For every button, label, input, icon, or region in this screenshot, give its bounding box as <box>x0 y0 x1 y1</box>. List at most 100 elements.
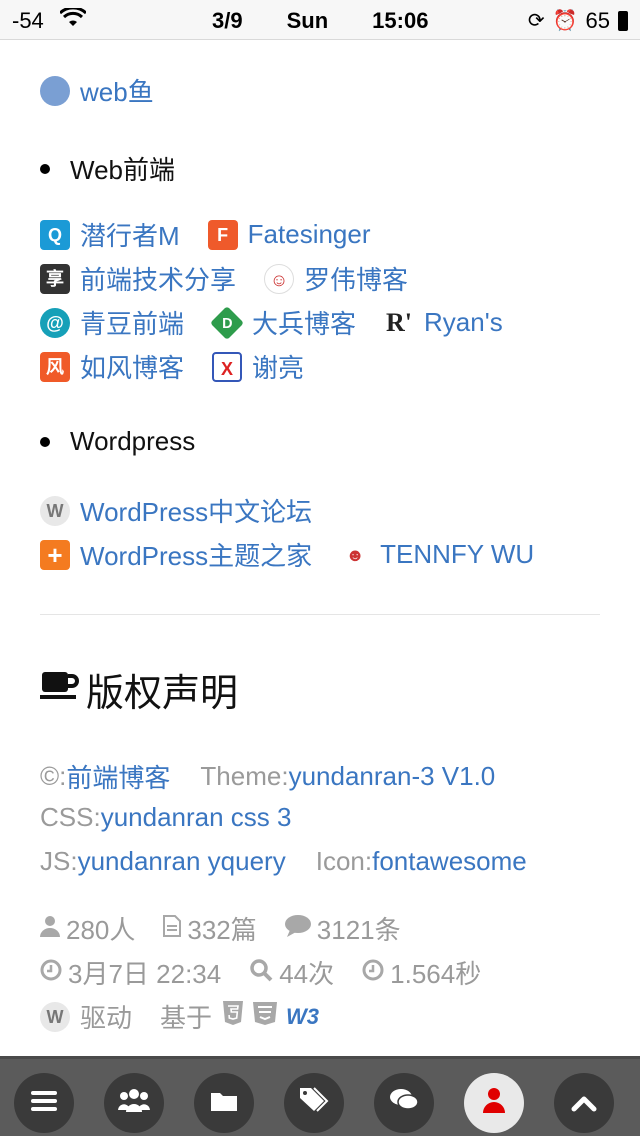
link-label: 谢亮 <box>252 353 305 383</box>
link-fatesinger[interactable]: F Fatesinger <box>207 219 371 250</box>
link-row-webyu: web鱼 <box>40 72 182 109</box>
stat-queries: 44次 <box>249 954 334 991</box>
signal-strength: -54 <box>12 8 44 33</box>
link-label: 青豆前端 <box>80 309 185 339</box>
status-bar: -54 3/9 Sun 15:06 ⟳ ⏰ 65 <box>0 0 640 40</box>
copyright-heading: 版权声明 <box>40 662 238 717</box>
status-weekday: Sun <box>286 8 329 33</box>
html5-icon <box>222 1000 244 1033</box>
battery-icon <box>618 11 628 31</box>
comments-button[interactable] <box>374 1073 434 1133</box>
fatesinger-favicon: F <box>207 219 238 250</box>
link-label: TENNFY WU <box>380 539 535 569</box>
copyright-label: ©: <box>40 761 67 791</box>
link-label: web鱼 <box>80 77 154 107</box>
dabing-favicon-letter: D <box>221 314 233 331</box>
section-title-text: Wordpress <box>70 426 196 456</box>
folder-icon <box>210 1088 238 1119</box>
w3c-logo: W3 <box>286 1003 320 1029</box>
css3-icon <box>252 1000 278 1033</box>
link-tennfy[interactable]: ☻ TENNFY WU <box>340 539 534 570</box>
wifi-icon <box>58 6 87 34</box>
link-luowei[interactable]: ☺ 罗伟博客 <box>264 260 408 297</box>
link-rufeng[interactable]: 风 如风博客 <box>40 348 184 385</box>
section-title-web: Web前端 <box>40 150 175 187</box>
copyright-line: CSS: yundanran css 3 <box>40 802 291 833</box>
stat-comments-value: 3121条 <box>316 915 401 945</box>
stat-users-value: 280人 <box>66 915 136 945</box>
user-icon <box>483 1087 505 1120</box>
link-qianxingzhe[interactable]: Q 潜行者M <box>40 216 180 253</box>
link-label: 潜行者M <box>80 221 180 251</box>
ryans-favicon: R' <box>386 307 413 337</box>
stat-update-value: 3月7日 22:34 <box>68 959 222 989</box>
stat-update-time: 3月7日 22:34 <box>40 954 221 991</box>
theme-label: Theme: <box>200 761 289 791</box>
chevron-up-icon <box>571 1088 597 1119</box>
section-title-wordpress: Wordpress <box>40 426 195 457</box>
stats-row: 3月7日 22:34 44次 1.564秒 <box>40 954 509 991</box>
link-wp-themes[interactable]: + WordPress主题之家 <box>40 536 312 573</box>
stat-queries-value: 44次 <box>279 959 335 989</box>
icon-link[interactable]: fontawesome <box>372 846 527 877</box>
based-on-text: 基于 <box>160 1003 213 1033</box>
alarm-icon: ⏰ <box>552 10 578 32</box>
stat-load-time: 1.564秒 <box>362 954 481 991</box>
copyright-heading-text: 版权声明 <box>86 673 239 715</box>
xieliang-favicon: X <box>212 351 243 382</box>
js-label: JS: <box>40 846 78 876</box>
clock-icon <box>362 959 384 987</box>
link-row: 享 前端技术分享 ☺ 罗伟博客 <box>40 260 436 297</box>
tags-button[interactable] <box>284 1073 344 1133</box>
link-label: 如风博客 <box>80 353 185 383</box>
stat-users: 280人 <box>40 910 135 947</box>
divider <box>40 614 600 615</box>
link-row: W WordPress中文论坛 <box>40 492 340 529</box>
menu-icon <box>31 1088 57 1119</box>
theme-link[interactable]: yundanran-3 V1.0 <box>289 761 496 792</box>
css-link[interactable]: yundanran css 3 <box>101 802 292 833</box>
page-content: web鱼 Web前端 Q 潜行者M F Fatesinger 享 前端技术分享 … <box>0 40 640 1056</box>
menu-button[interactable] <box>14 1073 74 1133</box>
status-time: 15:06 <box>372 8 429 33</box>
bullet-dot <box>40 163 50 174</box>
link-row: + WordPress主题之家 ☻ TENNFY WU <box>40 536 562 573</box>
wp-themes-favicon: + <box>40 539 70 570</box>
stat-posts-value: 332篇 <box>187 915 257 945</box>
battery-level: 65 <box>585 8 610 33</box>
qingdou-favicon: @ <box>40 307 70 338</box>
profile-button[interactable] <box>464 1073 524 1133</box>
powered-row: W 驱动 基于 W3 <box>40 998 347 1035</box>
link-xieliang[interactable]: X 谢亮 <box>212 348 304 385</box>
link-label: WordPress中文论坛 <box>80 497 313 527</box>
scroll-top-button[interactable] <box>554 1073 614 1133</box>
copyright-line: JS: yundanran yquery Icon: fontawesome <box>40 846 527 877</box>
link-ryans[interactable]: R' Ryan's <box>384 307 503 338</box>
dabing-favicon: D <box>210 305 244 340</box>
bottom-nav <box>0 1056 640 1136</box>
link-label: 前端技术分享 <box>80 265 237 295</box>
copyright-link[interactable]: 前端博客 <box>66 758 170 795</box>
link-wp-forum[interactable]: W WordPress中文论坛 <box>40 492 312 529</box>
stat-posts: 332篇 <box>163 910 257 947</box>
link-row: 风 如风博客 X 谢亮 <box>40 348 332 385</box>
link-dabing[interactable]: D 大兵博客 <box>210 304 357 341</box>
qianxingzhe-favicon: Q <box>40 219 70 250</box>
globe-icon <box>40 75 70 106</box>
luowei-favicon: ☺ <box>264 263 295 294</box>
link-qianduan-jishu[interactable]: 享 前端技术分享 <box>40 260 236 297</box>
link-label: 大兵博客 <box>252 309 357 339</box>
link-webyu[interactable]: web鱼 <box>40 72 154 109</box>
stat-load-value: 1.564秒 <box>390 959 482 989</box>
link-qingdou[interactable]: @ 青豆前端 <box>40 304 184 341</box>
link-label: Ryan's <box>424 307 503 337</box>
stats-row: 280人 332篇 3121条 <box>40 910 429 947</box>
section-title-text: Web前端 <box>70 155 175 185</box>
categories-button[interactable] <box>194 1073 254 1133</box>
bullet-dot <box>40 436 50 447</box>
stat-comments: 3121条 <box>284 910 401 947</box>
users-button[interactable] <box>104 1073 164 1133</box>
link-label: Fatesinger <box>247 219 371 249</box>
wordpress-favicon: W <box>40 495 70 526</box>
js-link[interactable]: yundanran yquery <box>78 846 286 877</box>
